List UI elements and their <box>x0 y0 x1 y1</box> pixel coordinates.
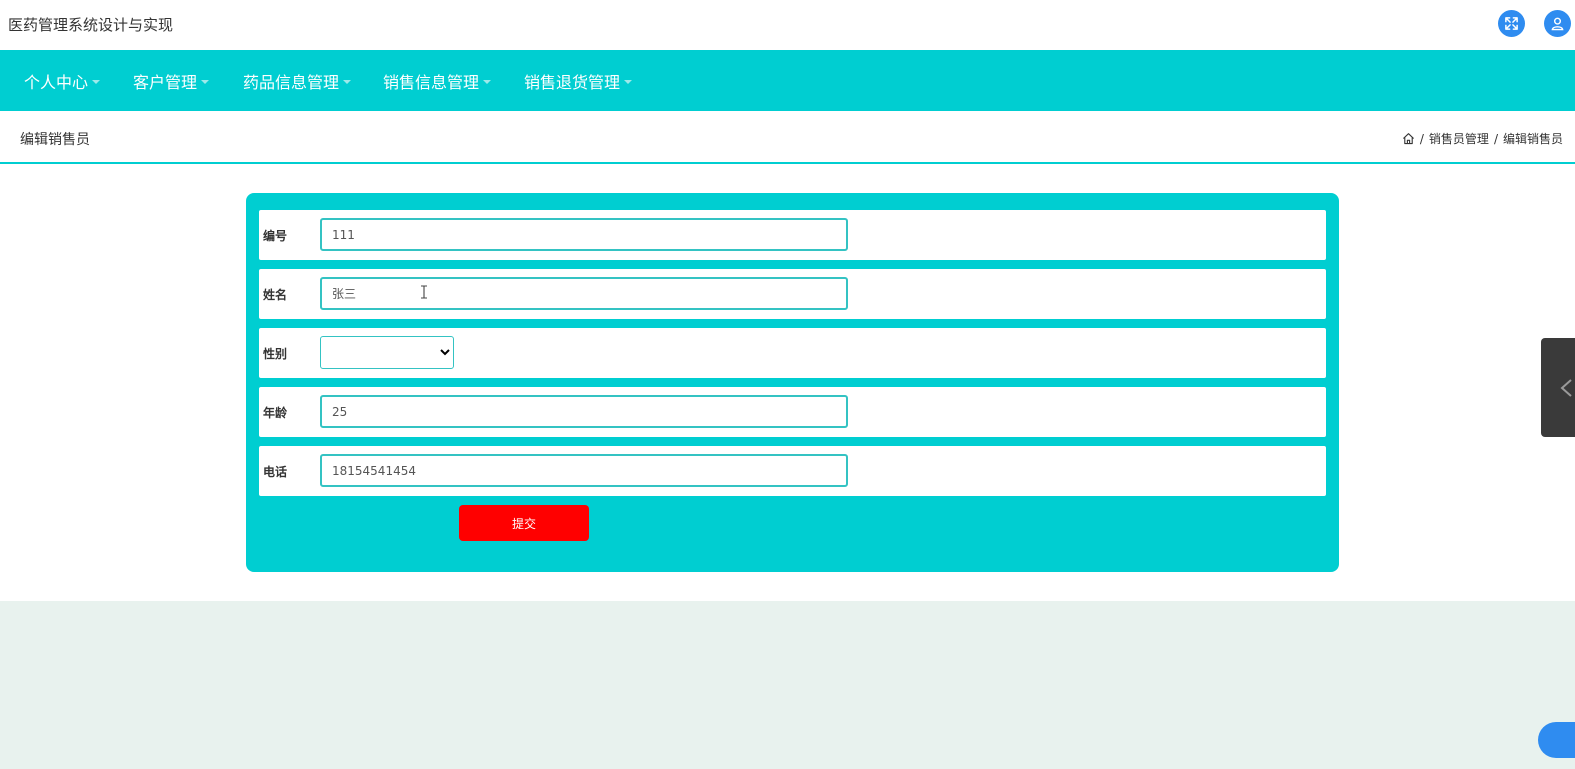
name-input[interactable] <box>320 277 848 310</box>
user-icon <box>1551 17 1564 31</box>
text-cursor-icon <box>421 285 427 299</box>
caret-down-icon <box>201 79 210 84</box>
caret-down-icon <box>483 79 492 84</box>
side-drawer-tab[interactable] <box>1541 338 1575 437</box>
nav-item-sales-info-management[interactable]: 销售信息管理 <box>383 50 492 111</box>
app-title: 医药管理系统设计与实现 <box>8 16 174 34</box>
form-row-age: 年龄 <box>259 387 1326 437</box>
edit-salesperson-form: 编号 姓名 性别 年龄 电话 提交 <box>246 193 1339 572</box>
phone-label: 电话 <box>263 465 288 479</box>
nav-item-customer-management[interactable]: 客户管理 <box>133 50 210 111</box>
caret-down-icon <box>624 79 633 84</box>
gender-label: 性别 <box>263 347 288 361</box>
caret-down-icon <box>92 79 101 84</box>
nav-item-personal-center[interactable]: 个人中心 <box>24 50 101 111</box>
main-nav: 个人中心 客户管理 药品信息管理 销售信息管理 销售退货管理 <box>0 50 1575 111</box>
expand-arrows-icon <box>1505 17 1518 30</box>
age-input[interactable] <box>320 395 848 428</box>
user-button[interactable] <box>1544 10 1571 37</box>
page-header: 编辑销售员 / 销售员管理 / 编辑销售员 <box>0 111 1575 164</box>
nav-item-label: 个人中心 <box>24 72 89 92</box>
id-input[interactable] <box>320 218 848 251</box>
breadcrumb: / 销售员管理 / 编辑销售员 <box>1402 130 1563 147</box>
breadcrumb-separator: / <box>1493 131 1498 146</box>
nav-item-sales-return-management[interactable]: 销售退货管理 <box>524 50 633 111</box>
nav-item-label: 销售信息管理 <box>383 72 480 92</box>
age-label: 年龄 <box>263 406 288 420</box>
id-label: 编号 <box>263 229 288 243</box>
form-row-phone: 电话 <box>259 446 1326 496</box>
caret-down-icon <box>343 79 352 84</box>
home-icon[interactable] <box>1402 132 1415 145</box>
nav-item-label: 销售退货管理 <box>524 72 621 92</box>
submit-button[interactable]: 提交 <box>459 505 589 541</box>
form-row-gender: 性别 <box>259 328 1326 378</box>
name-label: 姓名 <box>263 288 288 302</box>
nav-item-label: 药品信息管理 <box>243 72 340 92</box>
nav-item-drug-info-management[interactable]: 药品信息管理 <box>243 50 352 111</box>
content-area: 编号 姓名 性别 年龄 电话 提交 <box>0 164 1575 601</box>
breadcrumb-item-edit-salesperson: 编辑销售员 <box>1502 132 1563 146</box>
phone-input[interactable] <box>320 454 848 487</box>
chevron-left-icon <box>1560 379 1572 397</box>
breadcrumb-item-salesperson-management[interactable]: 销售员管理 <box>1429 130 1489 147</box>
form-row-id: 编号 <box>259 210 1326 260</box>
breadcrumb-separator: / <box>1419 131 1424 146</box>
top-bar: 医药管理系统设计与实现 <box>0 0 1575 50</box>
floating-chat-button[interactable] <box>1538 722 1575 758</box>
fullscreen-button[interactable] <box>1498 10 1525 37</box>
gender-select[interactable] <box>320 336 454 369</box>
page-title: 编辑销售员 <box>20 132 90 148</box>
form-row-name: 姓名 <box>259 269 1326 319</box>
nav-item-label: 客户管理 <box>133 72 198 92</box>
